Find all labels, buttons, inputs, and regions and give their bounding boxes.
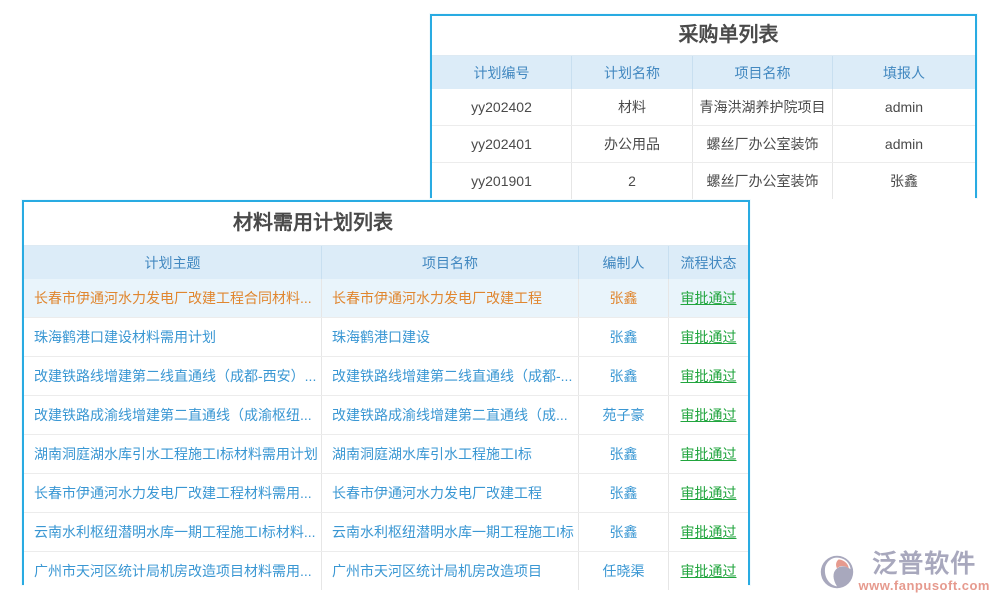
column-header-2: 编制人 (579, 246, 669, 279)
watermark-brand: 泛普软件 (872, 552, 976, 577)
project-name-cell[interactable]: 广州市天河区统计局机房改造项目 (322, 552, 579, 590)
plan-subject-cell[interactable]: 湖南洞庭湖水库引水工程施工I标材料需用计划 (24, 435, 322, 473)
reporter-cell: admin (833, 89, 975, 125)
purchase-list-title: 采购单列表 (432, 16, 975, 56)
material-list-title-text: 材料需用计划列表 (233, 212, 393, 234)
project-name-cell[interactable]: 改建铁路线增建第二线直通线（成都-... (322, 357, 579, 395)
plan-subject-cell[interactable]: 长春市伊通河水力发电厂改建工程材料需用... (24, 474, 322, 512)
fanpu-logo-icon (819, 554, 855, 590)
purchase-table-body: yy202402材料青海洪湖养护院项目adminyy202401办公用品螺丝厂办… (432, 89, 975, 199)
project-name-cell[interactable]: 长春市伊通河水力发电厂改建工程 (322, 279, 579, 317)
project-name-cell: 青海洪湖养护院项目 (693, 89, 833, 125)
plan-number-cell: yy201901 (432, 163, 572, 199)
table-row[interactable]: 云南水利枢纽潜明水库一期工程施工I标材料...云南水利枢纽潜明水库一期工程施工I… (24, 512, 748, 551)
watermark-text-block: 泛普软件 www.fanpusoft.com (858, 552, 990, 592)
project-name-cell[interactable]: 改建铁路成渝线增建第二直通线（成... (322, 396, 579, 434)
project-name-cell[interactable]: 珠海鹤港口建设 (322, 318, 579, 356)
material-plan-list-panel: 材料需用计划列表 计划主题项目名称编制人流程状态 长春市伊通河水力发电厂改建工程… (22, 200, 750, 585)
column-header-3: 流程状态 (669, 246, 748, 279)
author-cell: 张鑫 (579, 357, 669, 395)
table-row[interactable]: 广州市天河区统计局机房改造项目材料需用...广州市天河区统计局机房改造项目任晓渠… (24, 551, 748, 590)
plan-subject-cell[interactable]: 珠海鹤港口建设材料需用计划 (24, 318, 322, 356)
table-row[interactable]: 湖南洞庭湖水库引水工程施工I标材料需用计划湖南洞庭湖水库引水工程施工I标张鑫审批… (24, 434, 748, 473)
workflow-status-link[interactable]: 审批通过 (669, 474, 748, 512)
table-row[interactable]: 珠海鹤港口建设材料需用计划珠海鹤港口建设张鑫审批通过 (24, 317, 748, 356)
workflow-status-link[interactable]: 审批通过 (669, 435, 748, 473)
author-cell: 张鑫 (579, 435, 669, 473)
reporter-cell: 张鑫 (833, 163, 975, 199)
author-cell: 张鑫 (579, 513, 669, 551)
plan-subject-cell[interactable]: 改建铁路成渝线增建第二直通线（成渝枢纽... (24, 396, 322, 434)
project-name-cell[interactable]: 长春市伊通河水力发电厂改建工程 (322, 474, 579, 512)
author-cell: 苑子豪 (579, 396, 669, 434)
purchase-list-title-text: 采购单列表 (679, 24, 779, 46)
table-row[interactable]: yy202401办公用品螺丝厂办公室装饰admin (432, 125, 975, 162)
plan-subject-cell[interactable]: 改建铁路线增建第二线直通线（成都-西安）... (24, 357, 322, 395)
plan-subject-cell[interactable]: 云南水利枢纽潜明水库一期工程施工I标材料... (24, 513, 322, 551)
author-cell: 张鑫 (579, 318, 669, 356)
author-cell: 张鑫 (579, 474, 669, 512)
table-row[interactable]: 长春市伊通河水力发电厂改建工程合同材料...长春市伊通河水力发电厂改建工程张鑫审… (24, 279, 748, 317)
table-row[interactable]: yy202402材料青海洪湖养护院项目admin (432, 89, 975, 125)
table-row[interactable]: 改建铁路成渝线增建第二直通线（成渝枢纽...改建铁路成渝线增建第二直通线（成..… (24, 395, 748, 434)
vendor-watermark: 泛普软件 www.fanpusoft.com (819, 552, 990, 592)
material-list-title: 材料需用计划列表 (24, 202, 748, 246)
plan-name-cell: 材料 (572, 89, 693, 125)
material-table-body: 长春市伊通河水力发电厂改建工程合同材料...长春市伊通河水力发电厂改建工程张鑫审… (24, 279, 748, 590)
material-table-header-row: 计划主题项目名称编制人流程状态 (24, 246, 748, 279)
column-header-0: 计划编号 (432, 56, 572, 89)
author-cell: 任晓渠 (579, 552, 669, 590)
column-header-0: 计划主题 (24, 246, 322, 279)
table-row[interactable]: yy2019012螺丝厂办公室装饰张鑫 (432, 162, 975, 199)
plan-subject-cell[interactable]: 广州市天河区统计局机房改造项目材料需用... (24, 552, 322, 590)
project-name-cell: 螺丝厂办公室装饰 (693, 126, 833, 162)
table-row[interactable]: 改建铁路线增建第二线直通线（成都-西安）...改建铁路线增建第二线直通线（成都-… (24, 356, 748, 395)
workflow-status-link[interactable]: 审批通过 (669, 513, 748, 551)
workflow-status-link[interactable]: 审批通过 (669, 279, 748, 317)
workflow-status-link[interactable]: 审批通过 (669, 396, 748, 434)
purchase-order-list-panel: 采购单列表 计划编号计划名称项目名称填报人 yy202402材料青海洪湖养护院项… (430, 14, 977, 198)
workflow-status-link[interactable]: 审批通过 (669, 357, 748, 395)
purchase-table-header-row: 计划编号计划名称项目名称填报人 (432, 56, 975, 89)
author-cell: 张鑫 (579, 279, 669, 317)
workflow-status-link[interactable]: 审批通过 (669, 552, 748, 590)
column-header-1: 项目名称 (322, 246, 579, 279)
plan-name-cell: 2 (572, 163, 693, 199)
reporter-cell: admin (833, 126, 975, 162)
column-header-2: 项目名称 (693, 56, 833, 89)
watermark-url: www.fanpusoft.com (858, 579, 990, 592)
table-row[interactable]: 长春市伊通河水力发电厂改建工程材料需用...长春市伊通河水力发电厂改建工程张鑫审… (24, 473, 748, 512)
plan-number-cell: yy202402 (432, 89, 572, 125)
plan-name-cell: 办公用品 (572, 126, 693, 162)
workflow-status-link[interactable]: 审批通过 (669, 318, 748, 356)
project-name-cell[interactable]: 湖南洞庭湖水库引水工程施工I标 (322, 435, 579, 473)
column-header-3: 填报人 (833, 56, 975, 89)
plan-subject-cell[interactable]: 长春市伊通河水力发电厂改建工程合同材料... (24, 279, 322, 317)
project-name-cell: 螺丝厂办公室装饰 (693, 163, 833, 199)
plan-number-cell: yy202401 (432, 126, 572, 162)
column-header-1: 计划名称 (572, 56, 693, 89)
project-name-cell[interactable]: 云南水利枢纽潜明水库一期工程施工I标 (322, 513, 579, 551)
